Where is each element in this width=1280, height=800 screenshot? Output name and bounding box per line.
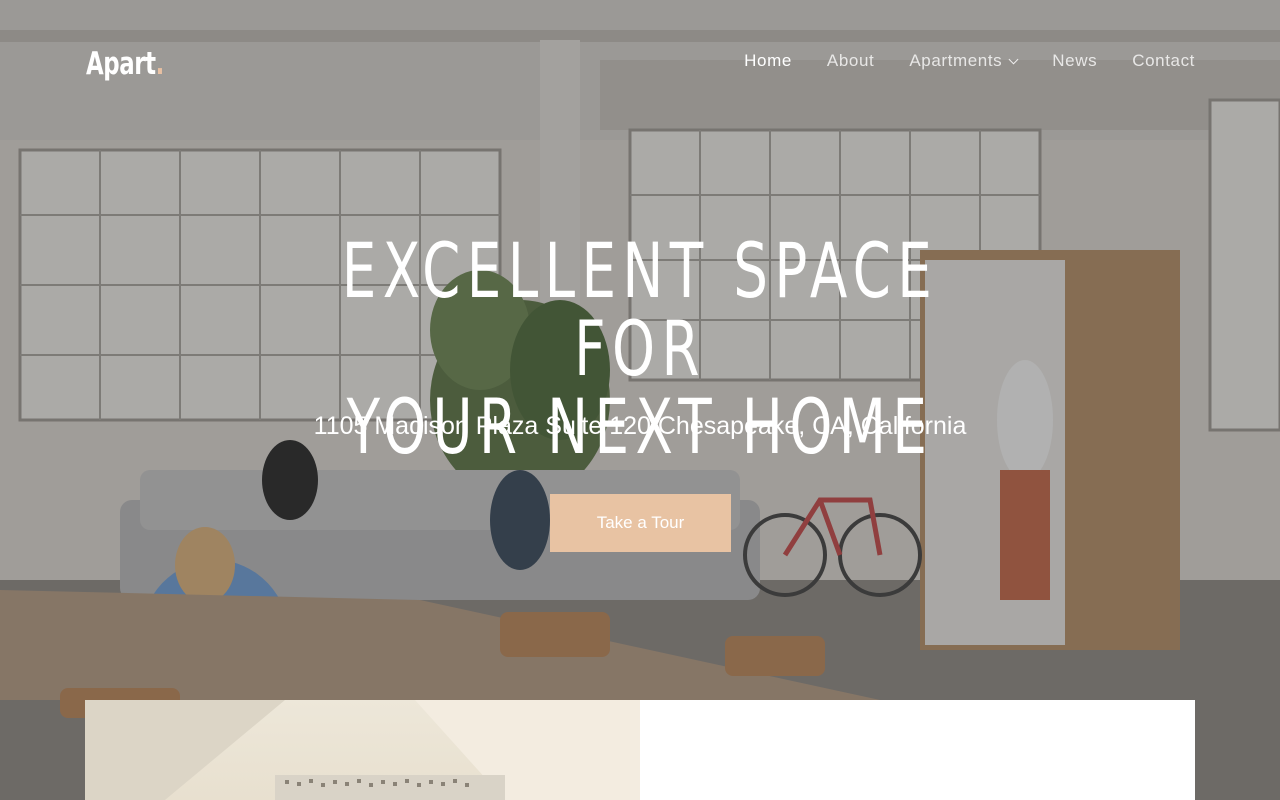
apartment-photo-card	[85, 700, 640, 800]
nav-item-label: Apartments	[909, 51, 1003, 70]
main-nav: Home About Apartments News Contact	[709, 48, 1195, 74]
nav-item-label: Contact	[1132, 51, 1195, 70]
take-a-tour-button[interactable]: Take a Tour	[550, 494, 731, 552]
nav-item-apartments[interactable]: Apartments	[909, 51, 1019, 71]
nav-item-home[interactable]: Home	[744, 51, 792, 71]
hero-headline-line1: EXCELLENT SPACE FOR	[341, 226, 939, 393]
nav-item-label: News	[1052, 51, 1098, 70]
hero-address: 1105 Madison Plaza Suite 120 Chesapeake,…	[313, 412, 967, 440]
nav-item-label: Home	[744, 51, 792, 70]
nav-item-about[interactable]: About	[827, 51, 874, 71]
nav-item-label: About	[826, 51, 875, 70]
apartment-photo	[85, 700, 640, 800]
chevron-down-icon	[1008, 54, 1019, 65]
brand-dot: .	[155, 46, 165, 82]
nav-item-contact[interactable]: Contact	[1132, 51, 1195, 71]
nav-item-news[interactable]: News	[1052, 51, 1097, 71]
brand-name: Apart	[86, 46, 156, 82]
apartment-info-card	[640, 700, 1195, 800]
brand-logo[interactable]: Apart.	[86, 46, 164, 82]
